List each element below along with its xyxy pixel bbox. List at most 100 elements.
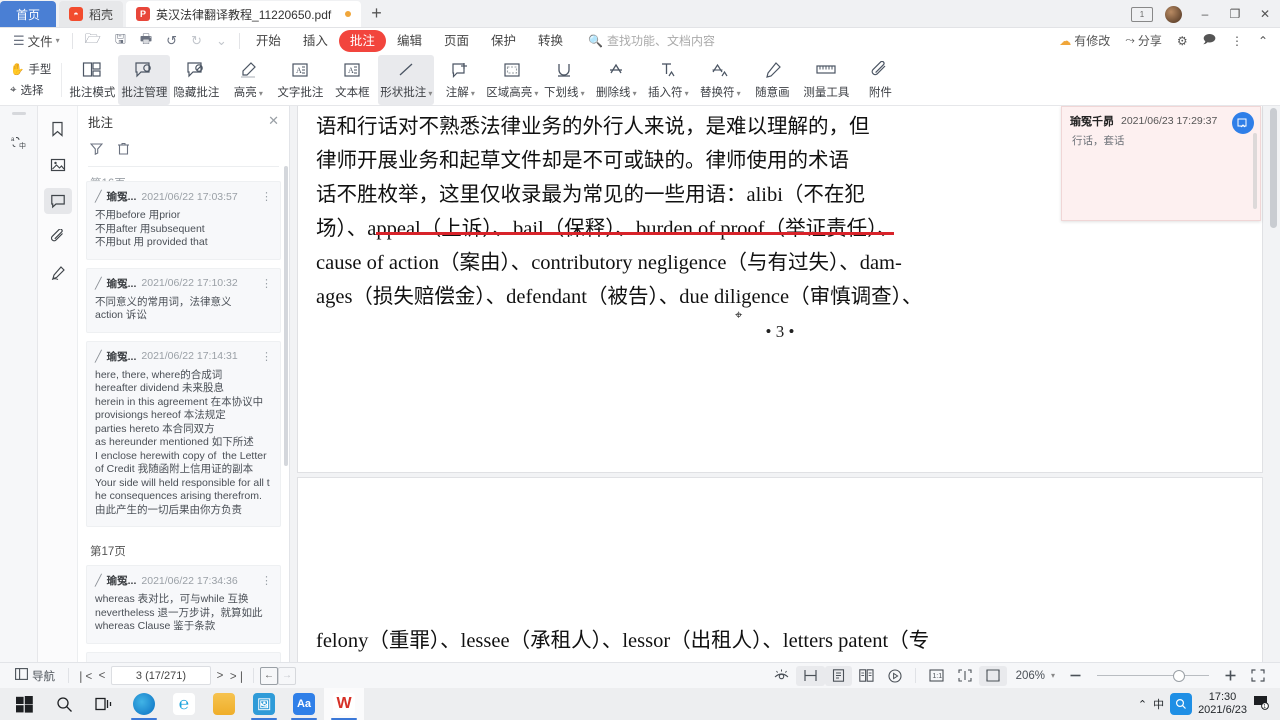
tab-docer[interactable]: ◓ 稻壳 xyxy=(59,1,124,27)
zoom-in-button[interactable] xyxy=(1217,666,1244,686)
cloud-status-button[interactable]: ☁ 有修改 xyxy=(1053,32,1116,49)
dictionary-app-icon[interactable]: Aa xyxy=(284,688,324,720)
reply-icon[interactable] xyxy=(1232,112,1254,134)
last-page-icon[interactable]: >❘ xyxy=(229,667,247,685)
list-item[interactable]: ╱ 瑜冤... 2021/06/22 17:14:31 ⋮ here, ther… xyxy=(86,340,281,527)
area-highlight-button[interactable]: 区域高亮 ▾ xyxy=(486,55,538,105)
close-icon[interactable]: ✕ xyxy=(268,113,279,129)
undo-button[interactable]: ↺ xyxy=(159,30,184,52)
trash-icon[interactable] xyxy=(117,142,130,158)
fit-page-icon[interactable] xyxy=(951,666,979,686)
freehand-draw-button[interactable]: 随意画 xyxy=(746,55,798,105)
page-number-input[interactable]: 3 (17/271) xyxy=(111,666,211,685)
autoscroll-icon[interactable] xyxy=(881,666,909,686)
thumbnail-image-icon[interactable] xyxy=(44,152,72,178)
more-icon[interactable]: ⋮ xyxy=(261,574,272,587)
more-icon[interactable]: ⋮ xyxy=(261,277,272,290)
note-button[interactable]: 注解 ▾ xyxy=(434,55,486,105)
file-explorer-icon[interactable] xyxy=(204,688,244,720)
comment-popup[interactable]: 瑜冤千昴 2021/06/23 17:29:37 行话，套话 xyxy=(1061,106,1261,221)
tab-home[interactable]: 首页 xyxy=(0,1,57,27)
document-scrollbar[interactable] xyxy=(1270,108,1277,228)
live-photo-app-icon[interactable]: 🖼 xyxy=(244,688,284,720)
annotate-manage-button[interactable]: 批注管理 xyxy=(118,54,171,105)
insert-caret-button[interactable]: 插入符 ▾ xyxy=(642,55,694,105)
tab-protect[interactable]: 保护 xyxy=(480,30,527,52)
translate-icon[interactable]: a中 xyxy=(6,129,32,155)
attachment-button[interactable]: 附件 xyxy=(854,55,906,105)
zoom-out-button[interactable] xyxy=(1062,666,1089,686)
feedback-button[interactable]: 🗩 xyxy=(1197,30,1222,51)
tab-edit[interactable]: 编辑 xyxy=(386,30,433,52)
task-view-icon[interactable] xyxy=(84,688,124,720)
tab-insert[interactable]: 插入 xyxy=(292,30,339,52)
tab-list-button[interactable]: 1 xyxy=(1127,0,1157,28)
select-tool-button[interactable]: ⌖ 选择 xyxy=(10,81,51,100)
more-icon[interactable]: ⋮ xyxy=(261,350,272,363)
save-button[interactable]: 🖫 xyxy=(108,30,133,52)
signature-icon[interactable] xyxy=(44,260,72,286)
comments-scrollbar[interactable] xyxy=(284,166,288,466)
back-view-icon[interactable]: ← xyxy=(260,666,278,685)
fit-width-icon[interactable] xyxy=(978,665,1007,686)
text-box-button[interactable]: A 文本框 xyxy=(326,55,378,105)
wps-office-icon[interactable]: W xyxy=(324,688,364,720)
windows-start-icon[interactable] xyxy=(4,688,44,720)
underline-button[interactable]: 下划线 ▾ xyxy=(538,55,590,105)
list-item[interactable]: ╱ 瑜冤... 2021/06/22 17:10:32 ⋮ 不同意义的常用词，法… xyxy=(86,267,281,333)
pdf-page-18[interactable]: felony（重罪）、lessee（承租人）、lessor（出租人）、lette… xyxy=(298,478,1262,686)
rail-grip[interactable] xyxy=(11,112,26,115)
settings-button[interactable]: ⚙ xyxy=(1171,34,1194,48)
red-underline-annotation[interactable] xyxy=(376,232,894,235)
hide-annotation-button[interactable]: 隐藏批注 xyxy=(170,55,222,105)
tab-page[interactable]: 页面 xyxy=(433,30,480,52)
popup-scrollbar[interactable] xyxy=(1253,133,1257,209)
highlight-button[interactable]: 高亮 ▾ xyxy=(222,55,274,105)
attachment-clip-icon[interactable] xyxy=(44,224,72,250)
edge-icon[interactable] xyxy=(124,688,164,720)
hand-tool-button[interactable]: ✋ 手型 xyxy=(10,60,51,79)
file-menu-button[interactable]: ☰ 文件 ▾ xyxy=(6,30,67,52)
next-page-icon[interactable]: > xyxy=(211,667,229,685)
split-view-icon[interactable] xyxy=(795,665,825,686)
redo-button[interactable]: ↻ xyxy=(184,30,209,52)
tab-pdf-document[interactable]: P 英汉法律翻译教程_11220650.pdf xyxy=(126,1,362,27)
collapse-ribbon-button[interactable]: ⌃ xyxy=(1252,34,1274,48)
document-viewport[interactable]: 语和行话对不熟悉法律业务的外行人来说，是难以理解的，但 律师开展业务和起草文件却… xyxy=(290,106,1280,686)
customize-qat-button[interactable]: ⌄ xyxy=(209,30,234,52)
zoom-slider[interactable] xyxy=(1097,669,1209,682)
zoom-slider-handle[interactable] xyxy=(1173,669,1185,682)
navigation-toggle-button[interactable]: 导航 xyxy=(8,666,62,686)
tab-annotate[interactable]: 批注 xyxy=(338,29,386,52)
shape-annotation-button[interactable]: 形状批注 ▾ xyxy=(378,54,435,105)
eye-protect-icon[interactable] xyxy=(767,666,796,686)
tab-start[interactable]: 开始 xyxy=(245,30,292,52)
chevron-up-icon[interactable]: ⌃ xyxy=(1138,698,1147,711)
minimize-button[interactable]: – xyxy=(1190,0,1220,28)
list-item[interactable]: ╱ 瑜冤... 2021/06/22 17:03:57 ⋮ 不用before 用… xyxy=(86,181,281,260)
ime-indicator[interactable]: 中 xyxy=(1153,696,1164,712)
filter-icon[interactable] xyxy=(89,142,104,158)
list-item[interactable]: ╱ 瑜冤... 2021/06/22 17:34:36 ⋮ whereas 表对… xyxy=(86,565,281,644)
insert-caret-annotation[interactable]: ⌖ xyxy=(735,298,742,332)
magnifier-app-icon[interactable] xyxy=(1170,693,1193,715)
open-folder-button[interactable]: 🗁 xyxy=(78,30,108,52)
actual-size-icon[interactable]: 1:1 xyxy=(922,666,951,686)
prev-page-icon[interactable]: < xyxy=(93,667,111,685)
comments-list[interactable]: 第16页 ╱ 瑜冤... 2021/06/22 17:03:57 ⋮ 不用bef… xyxy=(78,167,289,686)
strikethrough-button[interactable]: 删除线 ▾ xyxy=(590,55,642,105)
annotate-mode-button[interactable]: 批注模式 xyxy=(66,55,118,105)
share-button[interactable]: ⤳ 分享 xyxy=(1119,32,1168,49)
text-annotation-button[interactable]: A 文字批注 xyxy=(274,55,326,105)
replace-caret-button[interactable]: 替换符 ▾ xyxy=(694,55,746,105)
measure-tool-button[interactable]: 测量工具 xyxy=(798,55,854,105)
more-icon[interactable]: ⋮ xyxy=(261,190,272,203)
notification-icon[interactable]: 1 xyxy=(1253,695,1270,713)
bookmark-icon[interactable] xyxy=(44,116,72,142)
print-button[interactable]: 🖶 xyxy=(133,30,159,52)
fullscreen-icon[interactable] xyxy=(1244,666,1272,686)
forward-view-icon[interactable]: → xyxy=(278,666,296,685)
more-options-button[interactable]: ⋮ xyxy=(1225,34,1249,48)
close-button[interactable]: ✕ xyxy=(1250,0,1280,28)
facing-pages-icon[interactable] xyxy=(852,666,881,686)
